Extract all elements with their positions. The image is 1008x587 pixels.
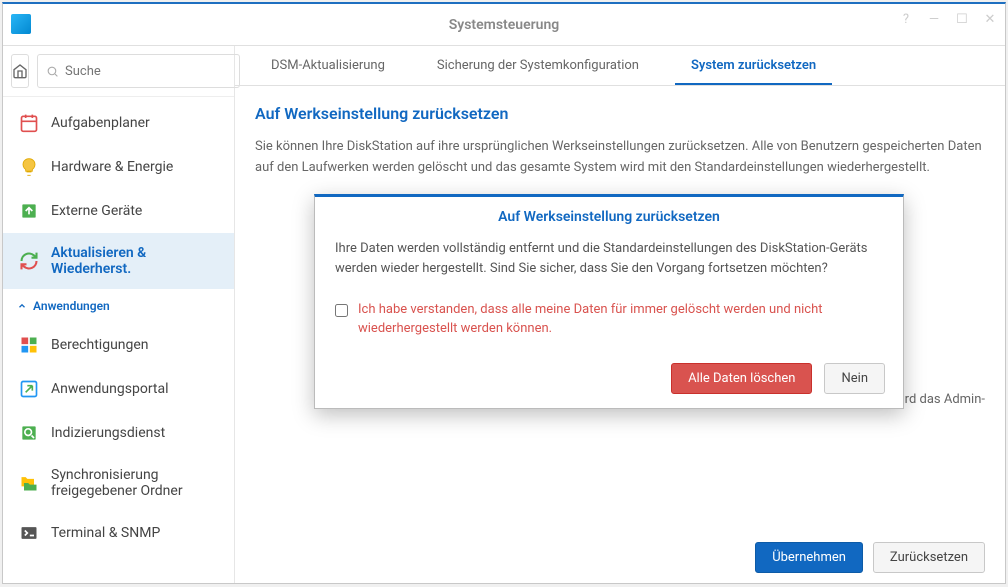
refresh-icon	[19, 251, 39, 271]
section-toggle-apps[interactable]: Anwendungen	[3, 289, 234, 323]
help-icon[interactable]: ?	[899, 12, 913, 26]
window-title: Systemsteuerung	[449, 17, 560, 33]
reset-button[interactable]: Zurücksetzen	[873, 542, 985, 573]
maximize-icon[interactable]: ☐	[955, 12, 969, 26]
sidebar-item-label: Terminal & SNMP	[51, 525, 160, 541]
sidebar-item-appportal[interactable]: Anwendungsportal	[3, 367, 234, 411]
arrow-box-icon	[19, 379, 39, 399]
window-controls: ? — ☐ ✕	[899, 12, 997, 26]
home-icon	[12, 63, 28, 79]
sidebar-item-indexing[interactable]: Indizierungsdienst	[3, 411, 234, 455]
section-label: Anwendungen	[33, 299, 110, 313]
sidebar-item-external[interactable]: Externe Geräte	[3, 189, 234, 233]
modal-title: Auf Werkseinstellung zurücksetzen	[315, 197, 903, 233]
sidebar-item-taskscheduler[interactable]: Aufgabenplaner	[3, 101, 234, 145]
content-heading: Auf Werkseinstellung zurücksetzen	[255, 104, 985, 123]
chevron-up-icon	[17, 301, 27, 311]
app-window: Systemsteuerung ? — ☐ ✕	[2, 2, 1006, 584]
sidebar-item-label: Berechtigungen	[51, 337, 149, 353]
sidebar-item-label: Anwendungsportal	[51, 381, 169, 397]
home-button[interactable]	[11, 54, 29, 88]
search-input[interactable]	[65, 64, 231, 79]
minimize-icon[interactable]: —	[927, 12, 941, 26]
modal-body-text: Ihre Daten werden vollständig entfernt u…	[315, 233, 903, 293]
no-button[interactable]: Nein	[824, 363, 885, 394]
content-paragraph: Sie können Ihre DiskStation auf ihre urs…	[255, 137, 985, 179]
bulb-icon	[19, 157, 39, 177]
sidebar-item-label: Synchronisierung freigegebener Ordner	[51, 467, 218, 499]
apply-button[interactable]: Übernehmen	[755, 542, 863, 573]
tab-bar: DSM-Aktualisierung Sicherung der Systemk…	[235, 46, 1005, 86]
search-box[interactable]	[37, 54, 240, 88]
footer-buttons: Übernehmen Zurücksetzen	[755, 542, 985, 573]
sidebar-item-label: Aktualisieren & Wiederherst.	[51, 245, 218, 277]
delete-all-button[interactable]: Alle Daten löschen	[671, 363, 812, 394]
left-column: Aufgabenplaner Hardware & Energie Extern…	[3, 46, 235, 583]
app-icon	[11, 14, 31, 34]
confirm-delete-checkbox[interactable]	[335, 303, 348, 318]
tab-dsm-update[interactable]: DSM-Aktualisierung	[255, 48, 401, 85]
search-icon	[46, 65, 59, 78]
tab-config-backup[interactable]: Sicherung der Systemkonfiguration	[421, 48, 655, 85]
sidebar: Aufgabenplaner Hardware & Energie Extern…	[3, 97, 234, 583]
grid-icon	[19, 335, 39, 355]
calendar-icon	[19, 113, 39, 133]
sidebar-item-label: Hardware & Energie	[51, 159, 173, 175]
confirm-delete-label[interactable]: Ich habe verstanden, dass alle meine Dat…	[358, 301, 883, 339]
sidebar-item-update[interactable]: Aktualisieren & Wiederherst.	[3, 233, 234, 289]
modal-checkbox-row: Ich habe verstanden, dass alle meine Dat…	[315, 293, 903, 353]
modal-footer: Alle Daten löschen Nein	[315, 353, 903, 408]
sidebar-item-permissions[interactable]: Berechtigungen	[3, 323, 234, 367]
sidebar-item-terminal[interactable]: Terminal & SNMP	[3, 511, 234, 555]
tab-system-reset[interactable]: System zurücksetzen	[675, 48, 832, 85]
search-bar	[3, 46, 234, 97]
upload-icon	[19, 201, 39, 221]
close-icon[interactable]: ✕	[983, 12, 997, 26]
folder-sync-icon	[19, 473, 39, 493]
sidebar-item-foldersync[interactable]: Synchronisierung freigegebener Ordner	[3, 455, 234, 511]
terminal-icon	[19, 523, 39, 543]
sidebar-item-hardware[interactable]: Hardware & Energie	[3, 145, 234, 189]
confirm-modal: Auf Werkseinstellung zurücksetzen Ihre D…	[314, 194, 904, 409]
magnify-file-icon	[19, 423, 39, 443]
titlebar: Systemsteuerung ? — ☐ ✕	[3, 4, 1005, 46]
sidebar-item-label: Aufgabenplaner	[51, 115, 150, 131]
sidebar-item-label: Indizierungsdienst	[51, 425, 165, 441]
sidebar-item-label: Externe Geräte	[51, 203, 142, 219]
